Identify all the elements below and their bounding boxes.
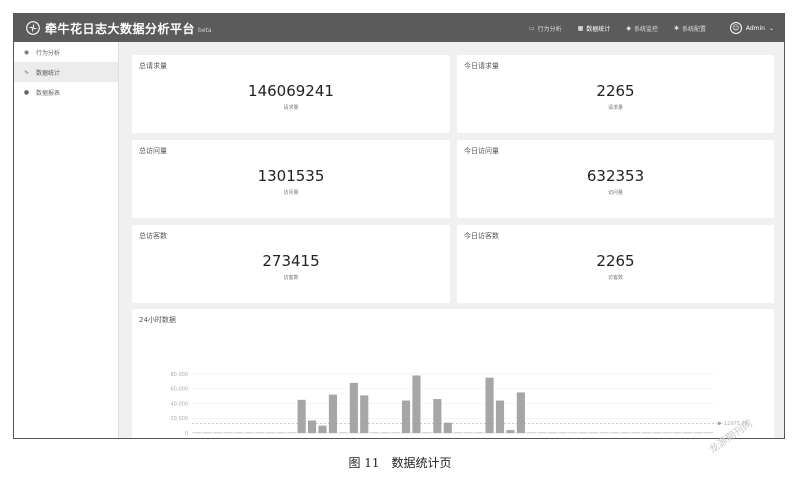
chart-bar [328, 394, 338, 433]
pulse-icon: ◆ [626, 24, 631, 32]
y-tick-label: 20,000 [171, 416, 189, 422]
stat-card-total-visitors: 总访客数 273415 访客数 [132, 225, 450, 303]
chart-bar [360, 395, 369, 433]
chart-bar [401, 400, 411, 433]
x-tick-label: 2022-01-25 17:00 [288, 438, 333, 439]
chart-bar [506, 430, 515, 433]
avatar-icon: ☺ [729, 22, 742, 34]
stat-card-total-requests: 总请求量 146069241 请求量 [132, 55, 450, 133]
card-value: 273415 [262, 252, 320, 270]
card-unit: 请求量 [283, 105, 299, 111]
monitor-icon: ▭ [528, 24, 535, 32]
card-title: 今日请求量 [464, 62, 499, 70]
figure-caption: 图 11 数据统计页 [348, 456, 452, 470]
y-tick-label: 60,000 [171, 387, 189, 393]
gear-icon: ✱ [673, 24, 679, 32]
chart-card-24h: 24小时数据 0 20,000 40,000 60,000 80,000 12975.78… [132, 309, 774, 439]
chevron-down-icon: ⌄ [768, 24, 774, 32]
card-unit: 访问量 [607, 190, 623, 196]
card-value: 2265 [596, 82, 635, 100]
user-name: Admin [745, 24, 765, 32]
stat-card-today-requests: 今日请求量 2265 请求量 [457, 55, 774, 133]
report-icon: ● [23, 88, 30, 96]
nav-label: 数据统计 [586, 25, 611, 33]
app-window: 牵牛花日志大数据分析平台 beta ▭ 行为分析 ▦ 数据统计 ◆ 系统监控 ✱… [13, 13, 785, 439]
chart-bar [307, 420, 317, 433]
x-tick-label: 2022-01-25 22:00 [404, 438, 449, 439]
average-arrow-icon [718, 421, 722, 426]
sidebar-item-behavior[interactable]: ◉ 行为分析 [14, 42, 118, 62]
app-title: 牵牛花日志大数据分析平台 [45, 21, 196, 36]
card-unit: 访客数 [607, 275, 623, 281]
flower-logo-icon[interactable] [26, 21, 40, 35]
nav-label: 行为分析 [537, 25, 562, 33]
card-title: 总访问量 [139, 147, 167, 155]
chart-bar [297, 399, 306, 433]
trend-icon: ∿ [23, 68, 30, 76]
nav-item-behavior[interactable]: ▭ 行为分析 [529, 24, 562, 33]
top-header: 牵牛花日志大数据分析平台 beta ▭ 行为分析 ▦ 数据统计 ◆ 系统监控 ✱… [14, 14, 784, 42]
nav-label: 系统监控 [633, 25, 658, 33]
x-tick-label: 2022-01-25 20:00 [346, 438, 391, 439]
x-tick-label: 2022-01-26 08:00 [636, 438, 681, 439]
x-tick-label: 2022-01-26 01:00 [462, 438, 507, 439]
card-title: 总请求量 [139, 62, 167, 70]
sidebar: ◉ 行为分析 ∿ 数据统计 ● 数据报表 [14, 42, 119, 438]
sidebar-item-report[interactable]: ● 数据报表 [14, 82, 118, 102]
chart-bar [516, 392, 525, 433]
sidebar-item-label: 数据报表 [36, 89, 61, 97]
x-tick-label: 2022-01-26 03:00 [520, 438, 565, 439]
sidebar-item-label: 数据统计 [36, 69, 61, 77]
card-unit: 访客数 [283, 275, 299, 281]
nav-item-config[interactable]: ✱ 系统配置 [674, 24, 706, 33]
app-version: beta [198, 27, 212, 34]
y-tick-label: 40,000 [171, 401, 189, 407]
x-tick-label: 2022-01-25 12:00 [172, 438, 217, 439]
top-nav: ▭ 行为分析 ▦ 数据统计 ◆ 系统监控 ✱ 系统配置 [529, 14, 706, 42]
chart-bar [495, 400, 505, 433]
nav-label: 系统配置 [681, 25, 706, 33]
card-value: 146069241 [248, 82, 334, 100]
card-title: 今日访问量 [464, 147, 499, 155]
stat-card-today-visitors: 今日访客数 2265 访客数 [457, 225, 774, 303]
y-tick-label: 80,000 [171, 372, 189, 378]
card-value: 2265 [596, 252, 635, 270]
card-title: 今日访客数 [464, 232, 499, 240]
stat-card-today-visits: 今日访问量 632353 访问量 [457, 140, 774, 218]
nav-item-monitor[interactable]: ◆ 系统监控 [626, 24, 658, 33]
card-unit: 请求量 [607, 105, 623, 111]
nav-item-statistics[interactable]: ▦ 数据统计 [578, 24, 611, 33]
sidebar-item-statistics[interactable]: ∿ 数据统计 [14, 62, 118, 82]
chart-bar [485, 377, 494, 433]
card-value: 1301535 [257, 167, 325, 185]
chart-bar [433, 399, 442, 433]
bar-chart-24h[interactable]: 020,00040,00060,00080,00012975.782022-01… [132, 309, 774, 439]
stat-card-total-visits: 总访问量 1301535 访问量 [132, 140, 450, 218]
x-tick-label: 2022-01-25 15:00 [230, 438, 275, 439]
chart-bar [318, 425, 327, 433]
eye-icon: ◉ [23, 48, 30, 56]
card-title: 总访客数 [139, 232, 167, 240]
card-unit: 访问量 [283, 190, 299, 196]
chart-bar [349, 382, 358, 433]
x-tick-label: 2022-01-26 06:00 [578, 438, 623, 439]
chart-bar [412, 375, 421, 433]
y-tick-label: 0 [185, 431, 188, 437]
card-value: 632353 [586, 167, 645, 185]
grid-icon: ▦ [577, 24, 584, 32]
chart-bar [443, 422, 452, 433]
user-menu[interactable]: ☺ Admin ⌄ [729, 14, 774, 42]
sidebar-item-label: 行为分析 [36, 49, 61, 57]
